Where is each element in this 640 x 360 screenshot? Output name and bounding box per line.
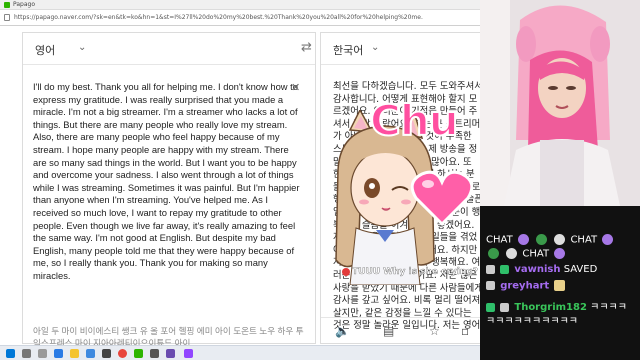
- chat-message: greyhart: [486, 280, 567, 292]
- twitch-icon[interactable]: [184, 349, 193, 358]
- chat-text: CHAT: [522, 248, 550, 260]
- chat-text: CHAT: [486, 234, 513, 246]
- stream-alert: TUUU Why is she crying?: [342, 267, 478, 277]
- chu-overlay-text: Chu: [369, 95, 460, 146]
- edit-badge-icon: [486, 302, 495, 312]
- url-text[interactable]: https://papago.naver.com/?sk=en&tk=ko&hn…: [14, 13, 474, 23]
- chat-text: CHAT: [570, 234, 598, 246]
- chat-username[interactable]: vawnish: [514, 264, 560, 275]
- start-icon[interactable]: [6, 349, 15, 358]
- webcam-feed: [480, 0, 640, 206]
- target-toolbar: 🔈 ▤ ☆ ▫: [321, 317, 481, 343]
- papago-favicon-icon: [4, 2, 10, 8]
- notes-icon[interactable]: ▤: [383, 324, 394, 338]
- app-icon[interactable]: [150, 349, 159, 358]
- tab-title[interactable]: Papago: [13, 1, 35, 9]
- target-header: 한국어 ⌄: [321, 33, 481, 65]
- address-bar[interactable]: https://papago.naver.com/?sk=en&tk=ko&hn…: [0, 10, 480, 26]
- source-panel: 영어 ⌄ ⇄ I'll do my best. Thank you all fo…: [22, 32, 316, 348]
- browser-titlebar: Papago: [0, 0, 480, 10]
- badge-icon: [500, 302, 510, 312]
- source-language-select[interactable]: 영어: [35, 42, 55, 58]
- chat-message: Thorgrim182 ㅋㅋㅋㅋ: [486, 298, 627, 313]
- badge-icon: [486, 264, 495, 274]
- edge-icon[interactable]: [54, 349, 63, 358]
- alert-username: TUUU: [352, 267, 381, 277]
- chat-text: ㅋㅋㅋㅋ: [590, 302, 627, 313]
- clear-text-icon[interactable]: ✕: [291, 81, 300, 94]
- app-icon[interactable]: [166, 349, 175, 358]
- sub-badge-icon: [500, 264, 510, 274]
- purple-heart-icon: [517, 234, 529, 245]
- chat-message: vawnish SAVED: [486, 264, 597, 275]
- folder-icon[interactable]: [70, 349, 79, 358]
- chat-username[interactable]: greyhart: [500, 281, 549, 292]
- store-icon[interactable]: [86, 349, 95, 358]
- chat-message: ㅋㅋㅋㅋㅋㅋㅋㅋㅋㅋ: [486, 312, 578, 327]
- source-text-input[interactable]: I'll do my best. Thank you all for helpi…: [33, 81, 303, 283]
- chevron-down-icon[interactable]: ⌄: [371, 42, 379, 53]
- alert-icon: [342, 267, 350, 276]
- swap-languages-icon[interactable]: ⇄: [301, 40, 312, 55]
- chat-text: SAVED: [563, 264, 598, 275]
- alert-message: Why is she crying?: [383, 267, 478, 277]
- emote-icon: [554, 280, 566, 291]
- app-icon[interactable]: [102, 349, 111, 358]
- lock-icon: [4, 14, 10, 21]
- purple-heart-icon: [554, 248, 566, 259]
- search-icon[interactable]: [22, 349, 31, 358]
- chat-message: CHAT CHAT: [486, 234, 615, 246]
- screen: Papago https://papago.naver.com/?sk=en&t…: [0, 0, 640, 360]
- heart-icon: [410, 170, 474, 227]
- purple-heart-icon: [602, 234, 614, 245]
- chat-message: CHAT: [486, 248, 567, 260]
- task-view-icon[interactable]: [38, 349, 47, 358]
- pepe-emote-icon: [536, 234, 548, 245]
- star-icon[interactable]: ☆: [429, 324, 440, 338]
- speaker-icon[interactable]: 🔈: [335, 324, 350, 338]
- taskbar: [0, 345, 480, 360]
- stream-chat: CHAT CHAT CHAT vawnish SAVED greyhart Th…: [480, 206, 640, 360]
- target-language-select[interactable]: 한국어: [333, 42, 363, 58]
- source-header: 영어 ⌄ ⇄: [23, 33, 315, 65]
- feather-icon: [506, 248, 518, 259]
- badge-icon: [486, 281, 495, 290]
- feather-icon: [554, 234, 566, 245]
- naver-icon[interactable]: [134, 349, 143, 358]
- pepe-emote-icon: [488, 248, 499, 259]
- copy-icon[interactable]: ▫: [461, 324, 469, 338]
- chrome-icon[interactable]: [118, 349, 127, 358]
- chevron-down-icon[interactable]: ⌄: [78, 42, 86, 53]
- chat-text: ㅋㅋㅋㅋㅋㅋㅋㅋㅋㅋ: [486, 316, 578, 327]
